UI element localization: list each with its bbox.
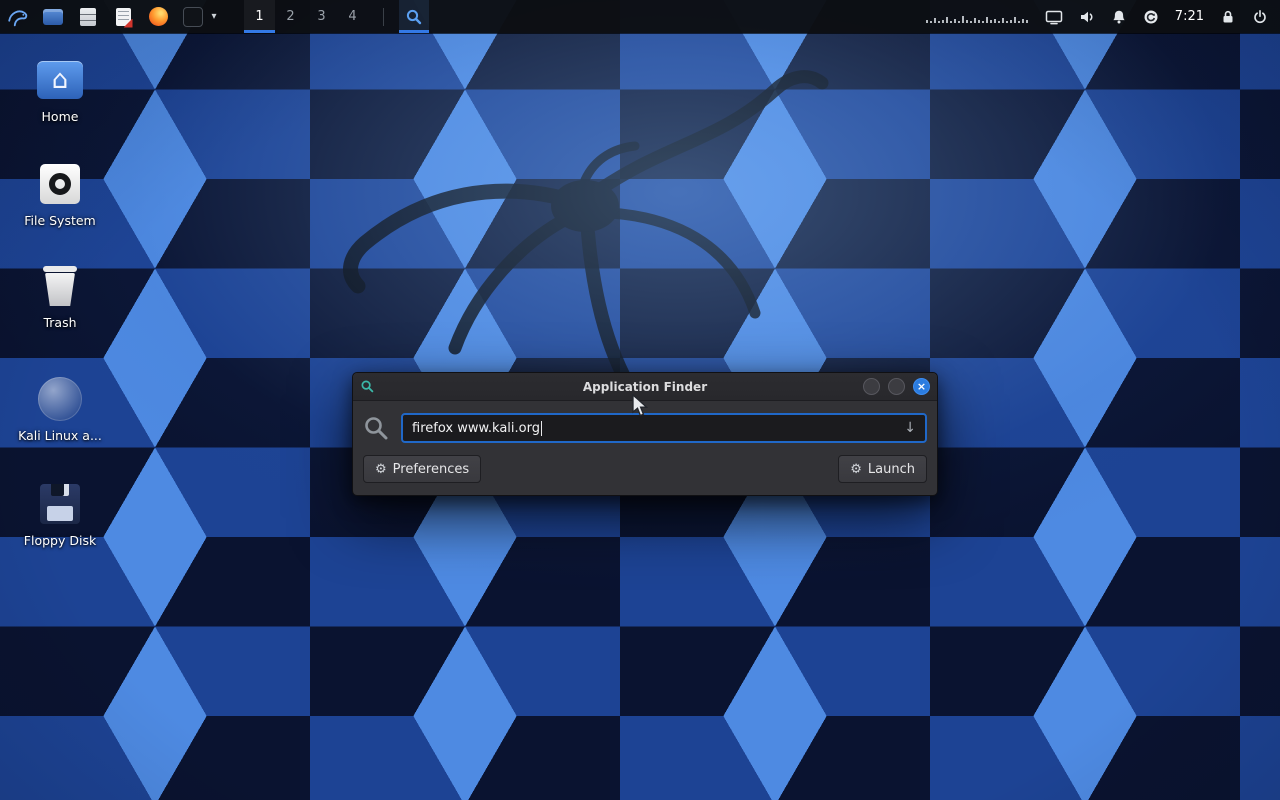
kali-dragon-silhouette xyxy=(250,28,930,588)
launch-button-label: Launch xyxy=(868,462,915,477)
desktop-icon-trash: Trash xyxy=(12,264,108,330)
display-icon[interactable] xyxy=(1045,9,1063,25)
log-out-power-icon[interactable] xyxy=(1252,9,1268,25)
file-system-shortcut[interactable]: File System xyxy=(12,162,108,228)
clock[interactable]: 7:21 xyxy=(1175,9,1204,24)
text-editor-icon xyxy=(116,8,131,26)
workspace-1[interactable]: 1 xyxy=(244,0,275,33)
kali-menu-button[interactable] xyxy=(5,4,31,30)
desktop-icon-floppy: Floppy Disk xyxy=(12,482,108,548)
panel-right: 7:21 xyxy=(925,0,1280,33)
updates-icon[interactable] xyxy=(1143,9,1159,25)
panel-separator xyxy=(383,8,384,26)
terminal-launcher[interactable] xyxy=(180,4,206,30)
file-manager-launcher[interactable] xyxy=(40,4,66,30)
trash-can-icon xyxy=(42,266,78,306)
icon-label: Home xyxy=(42,109,79,124)
icon-label: Floppy Disk xyxy=(24,533,96,548)
trash-shortcut[interactable]: Trash xyxy=(12,264,108,330)
icon-label: File System xyxy=(24,213,96,228)
workspace-2[interactable]: 2 xyxy=(275,0,306,33)
home-shortcut[interactable]: ⌂ Home xyxy=(12,58,108,124)
entry-dropdown-arrow-icon[interactable]: ↓ xyxy=(904,420,916,436)
search-input-value: firefox www.kali.org xyxy=(412,421,540,436)
execute-gear-icon: ⚙ xyxy=(850,462,862,477)
notifications-bell-icon[interactable] xyxy=(1111,9,1127,25)
file-manager-icon xyxy=(43,9,63,25)
terminal-icon xyxy=(183,7,203,27)
mouse-cursor xyxy=(630,394,650,418)
search-icon xyxy=(363,415,390,442)
kali-logo-icon xyxy=(6,5,30,29)
kali-linux-shortcut[interactable]: Kali Linux a... xyxy=(12,377,108,443)
file-cabinet-icon xyxy=(80,8,96,26)
app-finder-window-icon xyxy=(360,379,375,394)
preferences-button[interactable]: ⚙ Preferences xyxy=(363,455,481,483)
desktop-screen: ▾ 1 2 3 4 xyxy=(0,0,1280,800)
firefox-icon xyxy=(149,7,168,26)
taskbar-application-finder[interactable] xyxy=(399,0,429,33)
icon-label: Kali Linux a... xyxy=(18,428,102,443)
minimize-button[interactable] xyxy=(863,378,880,395)
floppy-disk-shortcut[interactable]: Floppy Disk xyxy=(12,482,108,548)
application-finder-window: Application Finder × firefox www.kali.or… xyxy=(352,372,938,496)
firefox-launcher[interactable] xyxy=(145,4,171,30)
chevron-down-icon[interactable]: ▾ xyxy=(209,11,219,22)
floppy-disk-icon xyxy=(40,484,80,524)
system-monitor-graph[interactable] xyxy=(925,9,1029,24)
panel-left: ▾ 1 2 3 4 xyxy=(0,0,429,33)
icon-label: Trash xyxy=(43,315,76,330)
search-icon xyxy=(405,8,423,26)
launch-button[interactable]: ⚙ Launch xyxy=(838,455,927,483)
window-title: Application Finder xyxy=(353,380,937,394)
text-caret xyxy=(541,421,542,436)
top-panel: ▾ 1 2 3 4 xyxy=(0,0,1280,33)
desktop-icon-kali-linux: Kali Linux a... xyxy=(12,377,108,443)
home-folder-icon: ⌂ xyxy=(37,61,83,99)
gear-icon: ⚙ xyxy=(375,462,387,477)
lock-screen-icon[interactable] xyxy=(1220,9,1236,25)
desktop-icon-file-system: File System xyxy=(12,162,108,228)
file-cabinet-launcher[interactable] xyxy=(75,4,101,30)
search-input[interactable]: firefox www.kali.org ↓ xyxy=(401,413,927,443)
text-editor-launcher[interactable] xyxy=(110,4,136,30)
volume-icon[interactable] xyxy=(1079,9,1095,25)
workspace-switcher: 1 2 3 4 xyxy=(244,0,368,33)
workspace-4[interactable]: 4 xyxy=(337,0,368,33)
workspace-3[interactable]: 3 xyxy=(306,0,337,33)
kali-docs-icon xyxy=(38,377,82,421)
desktop-icon-home: ⌂ Home xyxy=(12,58,108,124)
preferences-button-label: Preferences xyxy=(393,462,469,477)
file-system-drive-icon xyxy=(40,164,80,204)
close-button[interactable]: × xyxy=(913,378,930,395)
maximize-button[interactable] xyxy=(888,378,905,395)
